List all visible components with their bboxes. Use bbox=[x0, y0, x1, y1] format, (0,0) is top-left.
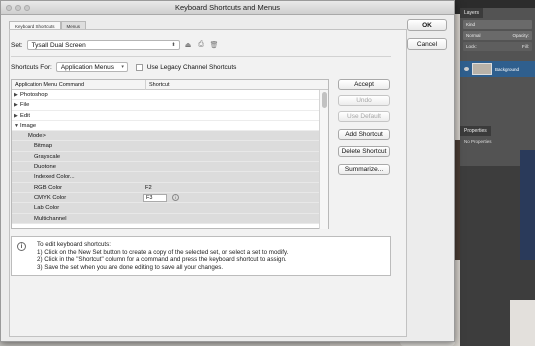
layers-panel: Layers Kind Normal Opacity: Lock: Fill: … bbox=[460, 8, 535, 126]
table-row[interactable]: ▶ Photoshop bbox=[12, 90, 328, 101]
shortcuts-for-row: Shortcuts For: Application Menus ▾ Use L… bbox=[11, 62, 236, 72]
legacy-channel-label: Use Legacy Channel Shortcuts bbox=[146, 63, 237, 71]
table-row[interactable]: CMYK Color F3 i bbox=[12, 192, 328, 204]
opacity-label: Opacity: bbox=[512, 33, 529, 38]
dialog-titlebar[interactable]: Keyboard Shortcuts and Menus bbox=[1, 1, 454, 15]
column-header-shortcut[interactable]: Shortcut bbox=[145, 80, 169, 90]
lock-label: Lock: bbox=[466, 44, 477, 49]
info-icon: i bbox=[17, 242, 26, 251]
legacy-channel-checkbox[interactable] bbox=[135, 63, 143, 71]
undo-button[interactable]: Undo bbox=[338, 95, 390, 106]
table-body: ▶ Photoshop ▶ File ▶ Edit ▼ Image Mode> Bitmap Gra… bbox=[12, 90, 328, 224]
scrollbar-thumb[interactable] bbox=[322, 92, 327, 108]
zoom-window-icon[interactable] bbox=[24, 5, 30, 11]
layer-filter-row[interactable]: Kind bbox=[463, 20, 532, 29]
disclosure-collapsed-icon[interactable]: ▶ bbox=[14, 100, 18, 110]
command-name: Bitmap bbox=[34, 143, 53, 150]
command-name: Duotone bbox=[34, 164, 56, 171]
new-set-icon[interactable]: ⎙ bbox=[197, 41, 206, 50]
table-scrollbar[interactable] bbox=[319, 90, 328, 229]
minimize-window-icon[interactable] bbox=[15, 5, 21, 11]
table-row[interactable]: Grayscale bbox=[12, 151, 328, 163]
shortcut-input[interactable]: F3 bbox=[143, 193, 167, 202]
table-row[interactable]: Multichannel bbox=[12, 213, 328, 224]
panel-photo-detail-2 bbox=[510, 300, 535, 346]
command-name: Lab Color bbox=[34, 205, 60, 212]
use-default-button[interactable]: Use Default bbox=[338, 111, 390, 122]
table-row[interactable]: RGB Color F2 bbox=[12, 182, 328, 193]
blend-mode-value: Normal bbox=[466, 33, 481, 38]
panel-photo-detail bbox=[520, 150, 535, 260]
kind-label: Kind bbox=[466, 22, 476, 27]
instructions-text: To edit keyboard shortcuts: 1) Click on … bbox=[37, 241, 288, 272]
instructions-line: 1) Click on the New Set button to create… bbox=[37, 248, 289, 256]
close-window-icon[interactable] bbox=[6, 5, 12, 11]
divider bbox=[11, 56, 391, 57]
eye-icon[interactable] bbox=[464, 67, 469, 71]
table-row[interactable]: ▶ Edit bbox=[12, 111, 328, 121]
disclosure-collapsed-icon[interactable]: ▶ bbox=[14, 90, 18, 100]
set-row: Set: Tysall Dual Screen ⬍ ⏏ ⎙ 🗑 bbox=[11, 40, 219, 50]
blend-mode-row[interactable]: Normal Opacity: bbox=[463, 31, 532, 40]
ok-button[interactable]: OK bbox=[407, 19, 447, 31]
command-name: Photoshop bbox=[20, 92, 48, 98]
instructions-line: 2) Click in the "Shortcut" column for a … bbox=[37, 256, 287, 264]
command-name: RGB Color bbox=[34, 184, 63, 191]
table-row[interactable]: Lab Color bbox=[12, 203, 328, 214]
table-row[interactable]: Bitmap bbox=[12, 141, 328, 152]
shortcuts-for-value: Application Menus bbox=[60, 64, 114, 71]
fill-label: Fill: bbox=[522, 44, 529, 49]
layer-background-row[interactable]: Background bbox=[460, 61, 535, 77]
chevron-updown-icon: ⬍ bbox=[171, 42, 176, 48]
add-shortcut-button[interactable]: Add Shortcut bbox=[338, 129, 390, 140]
delete-shortcut-button[interactable]: Delete Shortcut bbox=[338, 146, 390, 157]
lock-row[interactable]: Lock: Fill: bbox=[463, 42, 532, 51]
properties-tab[interactable]: Properties bbox=[460, 126, 491, 136]
command-name: CMYK Color bbox=[34, 194, 67, 201]
properties-text: No Properties bbox=[464, 139, 492, 144]
command-name: Indexed Color... bbox=[34, 174, 75, 181]
shortcut-value[interactable]: F2 bbox=[145, 183, 152, 193]
disclosure-expanded-icon[interactable]: ▼ bbox=[14, 121, 19, 131]
accept-button[interactable]: Accept bbox=[338, 79, 390, 90]
table-row[interactable]: Duotone bbox=[12, 162, 328, 173]
instructions-line: To edit keyboard shortcuts: bbox=[37, 241, 111, 248]
instructions-line: 3) Save the set when you are done editin… bbox=[37, 264, 224, 272]
table-row[interactable]: ▼ Image bbox=[12, 121, 328, 132]
chevron-down-icon: ▾ bbox=[121, 64, 124, 70]
set-select-value: Tysall Dual Screen bbox=[31, 42, 86, 49]
command-name: File bbox=[20, 102, 30, 109]
column-header-command[interactable]: Application Menu Command bbox=[15, 80, 84, 90]
command-name: Mode> bbox=[28, 133, 46, 140]
command-name: Image bbox=[20, 122, 37, 129]
instructions-box: i To edit keyboard shortcuts: 1) Click o… bbox=[11, 236, 391, 276]
command-name: Edit bbox=[20, 112, 30, 119]
dialog-title: Keyboard Shortcuts and Menus bbox=[174, 3, 281, 12]
layer-name: Background bbox=[495, 66, 520, 72]
layers-tab[interactable]: Layers bbox=[460, 8, 484, 18]
shortcut-info-icon[interactable]: i bbox=[172, 193, 179, 201]
table-row[interactable]: Indexed Color... bbox=[12, 172, 328, 183]
layer-thumbnail bbox=[472, 63, 492, 75]
table-row[interactable]: ▶ File bbox=[12, 100, 328, 111]
command-name: Grayscale bbox=[34, 153, 61, 160]
set-label: Set: bbox=[11, 41, 23, 49]
shortcuts-for-label: Shortcuts For: bbox=[11, 63, 52, 71]
command-name: Multichannel bbox=[34, 215, 67, 222]
shortcuts-table: Application Menu Command Shortcut ▶ Photo… bbox=[11, 79, 329, 229]
cancel-button[interactable]: Cancel bbox=[407, 38, 447, 50]
save-set-icon[interactable]: ⏏ bbox=[184, 41, 193, 50]
set-select[interactable]: Tysall Dual Screen ⬍ bbox=[26, 40, 180, 50]
table-header: Application Menu Command Shortcut bbox=[12, 80, 328, 90]
keyboard-shortcuts-dialog: Keyboard Shortcuts and Menus Keyboard Sh… bbox=[0, 0, 455, 342]
shortcuts-for-select[interactable]: Application Menus ▾ bbox=[55, 62, 128, 72]
disclosure-collapsed-icon[interactable]: ▶ bbox=[14, 111, 18, 121]
table-row[interactable]: Mode> bbox=[12, 131, 328, 142]
delete-set-icon[interactable]: 🗑 bbox=[210, 41, 219, 50]
summarize-button[interactable]: Summarize... bbox=[338, 164, 390, 175]
